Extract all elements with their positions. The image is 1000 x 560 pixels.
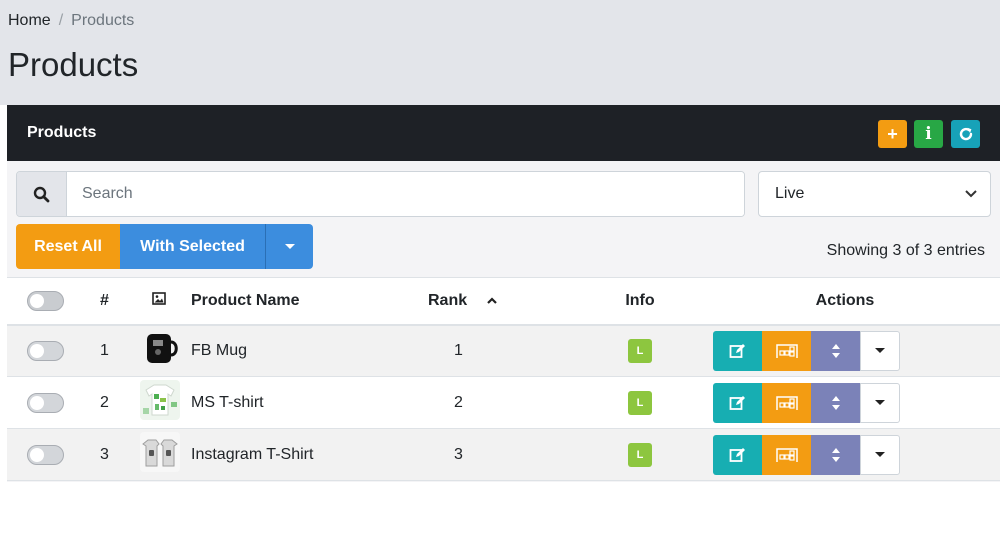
select-all-toggle[interactable] xyxy=(27,290,64,311)
search-input[interactable] xyxy=(67,172,744,216)
edit-button[interactable] xyxy=(713,434,762,475)
row-select-toggle[interactable] xyxy=(27,444,64,465)
row-rank: 2 xyxy=(454,393,463,411)
select-all-header xyxy=(7,277,82,326)
reorder-button[interactable] xyxy=(811,382,860,423)
products-table: # Product Name Rank Info Actions 1 FB Mu… xyxy=(7,277,1000,481)
warehouse-icon xyxy=(775,395,798,410)
page-header-area: Home / Products Products xyxy=(0,0,1000,105)
more-actions-dropdown[interactable] xyxy=(860,382,900,423)
edit-button[interactable] xyxy=(713,330,762,371)
info-icon: i xyxy=(925,124,932,144)
breadcrumb-current: Products xyxy=(71,12,135,29)
stock-button[interactable] xyxy=(762,434,811,475)
row-actions-cell xyxy=(690,325,1000,377)
sort-ascending-icon xyxy=(486,296,497,304)
stock-button[interactable] xyxy=(762,382,811,423)
column-actions: Actions xyxy=(690,277,1000,326)
row-select-cell xyxy=(7,377,82,429)
row-info-cell: L xyxy=(590,429,690,481)
info-badge: L xyxy=(628,390,652,415)
row-product-name[interactable]: FB Mug xyxy=(191,325,426,377)
products-card: Products + i Live Reset All With Sel xyxy=(7,105,1000,482)
refresh-icon xyxy=(959,127,972,141)
table-row: 3 Instagram T-Shirt 3 L xyxy=(7,428,1000,481)
with-selected-button[interactable]: With Selected xyxy=(120,224,265,269)
product-thumbnail[interactable] xyxy=(140,432,180,472)
reset-all-button[interactable]: Reset All xyxy=(16,224,120,269)
add-icon: + xyxy=(887,123,898,144)
status-select-value: Live xyxy=(775,185,805,202)
row-product-name[interactable]: Instagram T-Shirt xyxy=(191,429,426,481)
search-group xyxy=(16,171,745,217)
info-badge: L xyxy=(628,338,652,363)
refresh-button[interactable] xyxy=(951,120,980,148)
page-title: Products xyxy=(8,46,139,83)
row-actions-cell xyxy=(690,377,1000,429)
row-info-cell: L xyxy=(590,377,690,429)
search-icon xyxy=(17,172,67,216)
edit-icon xyxy=(729,343,745,358)
column-info: Info xyxy=(590,277,690,326)
table-header-row: # Product Name Rank Info Actions xyxy=(7,277,1000,326)
product-thumbnail[interactable] xyxy=(140,380,180,420)
column-number[interactable]: # xyxy=(82,277,127,326)
row-thumbnail-cell xyxy=(127,377,191,429)
add-product-button[interactable]: + xyxy=(878,120,907,148)
edit-icon xyxy=(729,447,745,462)
caret-down-icon xyxy=(875,451,885,457)
row-number: 3 xyxy=(100,445,109,463)
row-info-cell: L xyxy=(590,325,690,377)
column-rank[interactable]: Rank xyxy=(426,277,590,326)
chevron-down-icon xyxy=(965,190,977,198)
info-badge: L xyxy=(628,442,652,467)
table-row: 2 MS T-shirt 2 L xyxy=(7,376,1000,429)
row-product-name[interactable]: MS T-shirt xyxy=(191,377,426,429)
edit-button[interactable] xyxy=(713,382,762,423)
status-select[interactable]: Live xyxy=(758,171,991,217)
row-select-toggle[interactable] xyxy=(27,340,64,361)
row-rank: 3 xyxy=(454,445,463,463)
more-actions-dropdown[interactable] xyxy=(860,330,900,371)
image-icon xyxy=(152,291,166,305)
breadcrumb-home-link[interactable]: Home xyxy=(8,12,51,30)
breadcrumb-separator: / xyxy=(58,12,64,29)
product-thumbnail[interactable] xyxy=(140,328,180,369)
info-button[interactable]: i xyxy=(914,120,943,148)
row-rank: 1 xyxy=(454,341,463,359)
stock-button[interactable] xyxy=(762,330,811,371)
with-selected-dropdown-toggle[interactable] xyxy=(265,224,313,269)
column-product-name[interactable]: Product Name xyxy=(191,277,426,326)
reorder-button[interactable] xyxy=(811,434,860,475)
edit-icon xyxy=(729,395,745,410)
caret-down-icon xyxy=(875,347,885,353)
caret-down-icon xyxy=(284,243,295,249)
column-rank-label: Rank xyxy=(428,291,468,309)
row-select-cell xyxy=(7,429,82,481)
more-actions-dropdown[interactable] xyxy=(860,434,900,475)
entries-info: Showing 3 of 3 entries xyxy=(826,242,985,259)
row-thumbnail-cell xyxy=(127,325,191,377)
card-title: Products xyxy=(27,124,97,141)
caret-down-icon xyxy=(875,399,885,405)
row-number: 2 xyxy=(100,393,109,411)
warehouse-icon xyxy=(775,447,798,462)
warehouse-icon xyxy=(775,344,798,358)
reorder-button[interactable] xyxy=(811,330,860,371)
card-header: Products + i xyxy=(7,105,1000,161)
row-thumbnail-cell xyxy=(127,429,191,481)
sort-icon xyxy=(831,343,840,358)
column-image xyxy=(127,277,191,326)
sort-icon xyxy=(831,447,840,462)
sort-icon xyxy=(831,395,840,410)
breadcrumb: Home / Products xyxy=(8,12,134,30)
row-actions-cell xyxy=(690,429,1000,481)
row-number: 1 xyxy=(100,341,109,359)
table-row: 1 FB Mug 1 L xyxy=(7,324,1000,377)
row-select-toggle[interactable] xyxy=(27,392,64,413)
row-select-cell xyxy=(7,325,82,377)
